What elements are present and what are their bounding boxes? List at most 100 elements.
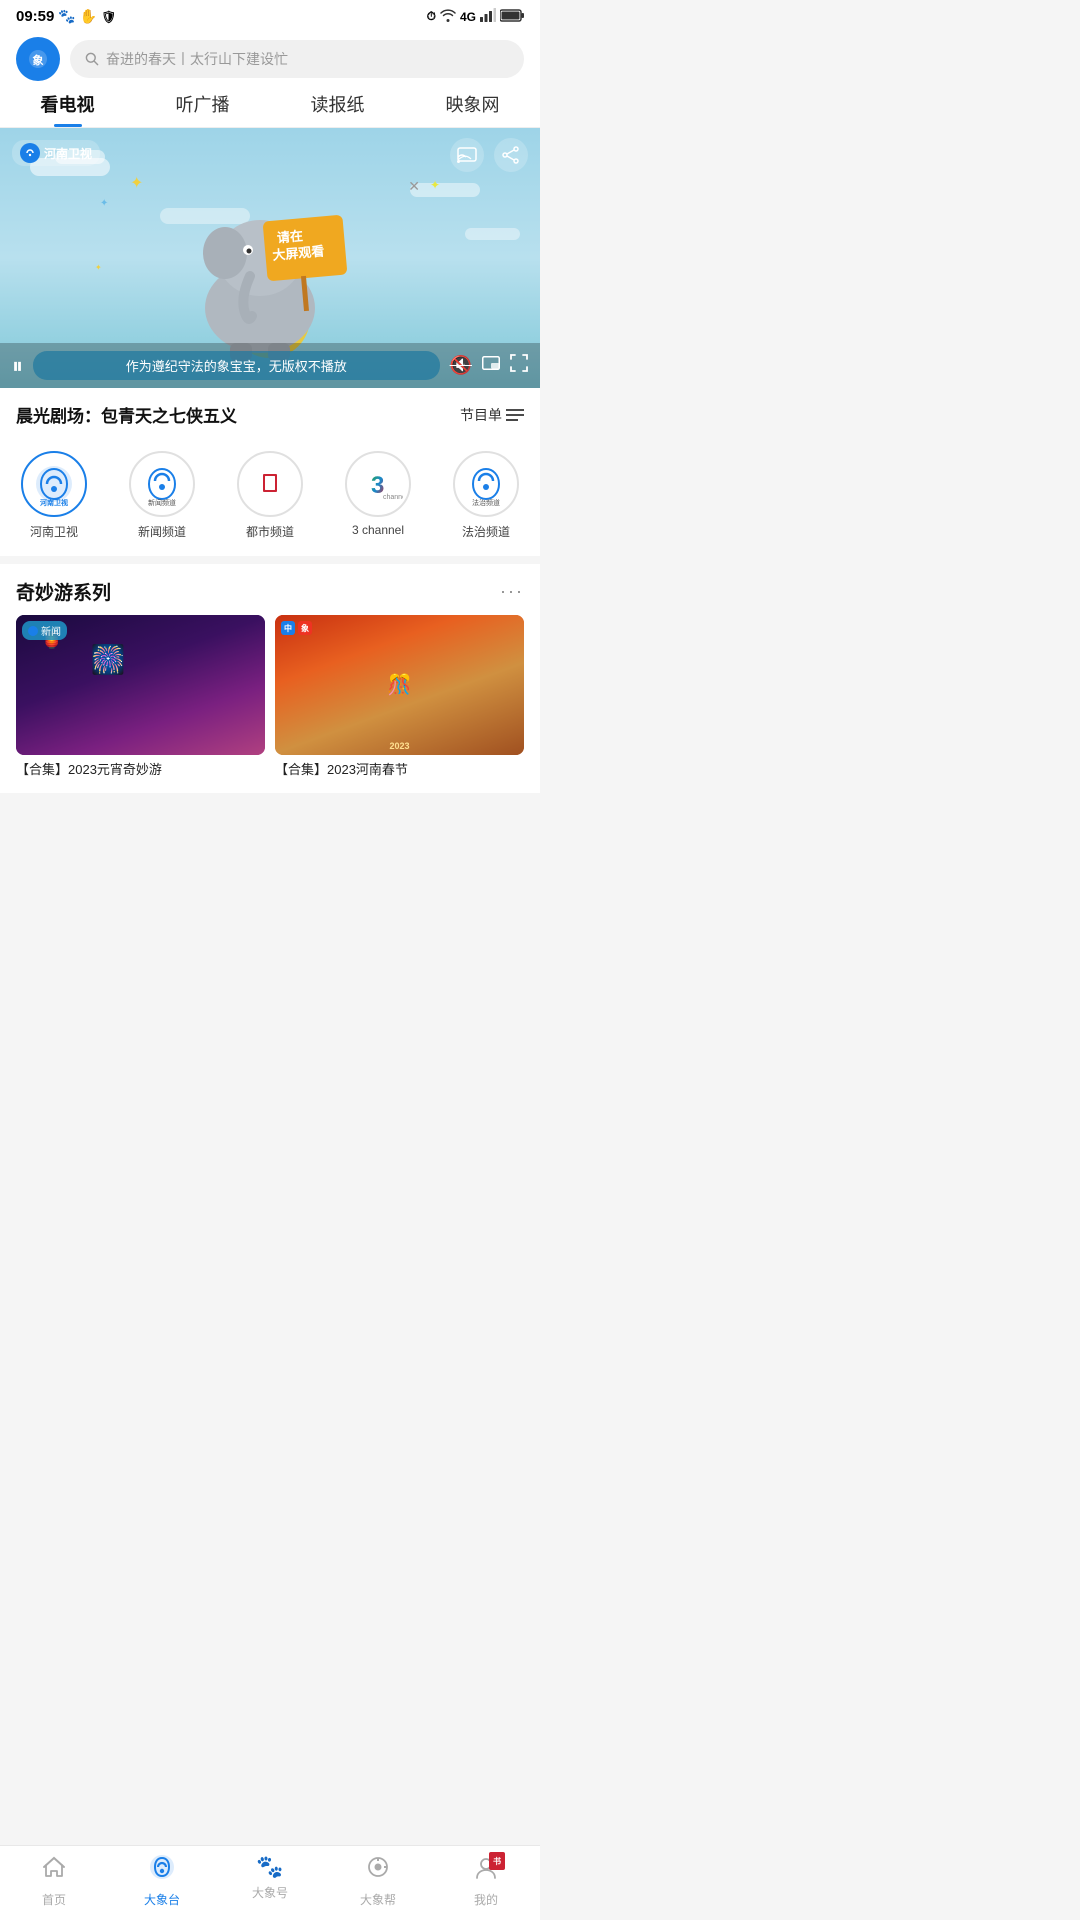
pause-button[interactable]: ⏸ [12,353,23,379]
paw-icon: 🐾 [58,8,75,25]
refresh-icon [365,1854,391,1887]
channel-item-hnws[interactable]: 河南卫视 河南卫视 [0,451,108,540]
schedule-button[interactable]: 节目单 [460,405,524,425]
video-subtitle-text: 作为遵纪守法的象宝宝，无版权不播放 [33,351,440,380]
nav-label-daxianghao: 大象号 [252,1884,288,1901]
channel-logo-ch3: 3 channel [345,451,411,517]
channel-item-dushi[interactable]: 都市频道 [216,451,324,540]
app-logo[interactable]: 象 [16,37,60,81]
wifi-icon [440,8,456,25]
channel-name-overlay: 河南卫视 [44,145,92,162]
battery-icon [500,9,524,25]
channel-item-news[interactable]: 新闻频道 新闻频道 [108,451,216,540]
nav-item-daxiangtai[interactable]: 大象台 [108,1854,216,1908]
close-overlay-button[interactable]: ✕ [408,178,420,195]
nav-label-home: 首页 [42,1891,66,1908]
svg-text:请在: 请在 [276,228,303,245]
search-icon [84,51,100,67]
content-grid: 🎆 🏮 新闻 【合集】2023元宵奇妙游 🎊 [0,615,540,793]
daxiangtai-icon [149,1854,175,1887]
video-scene: 请在 大屏观看 ✦ ✦ ✦ ✦ ✕ 河南卫视 [0,128,540,388]
video-player: 请在 大屏观看 ✦ ✦ ✦ ✦ ✕ 河南卫视 [0,128,540,388]
channel-logo-icon [20,143,40,163]
section-header: 奇妙游系列 ··· [0,564,540,615]
search-placeholder: 奋进的春天丨太行山下建设忙 [106,49,288,69]
schedule-list-icon [506,408,524,422]
tab-yingxiang[interactable]: 映象网 [405,91,540,127]
channel-logo-overlay: 河南卫视 [12,140,100,166]
card-title-1: 【合集】2023元宵奇妙游 [16,761,265,779]
channel-logo-news: 新闻频道 [129,451,195,517]
fullscreen-button[interactable] [510,354,528,377]
card-thumb-2: 🎊 中 象 2023 [275,615,524,755]
festival-icon: 🎊 [387,673,412,698]
video-controls-top [450,138,528,172]
channel-name-hnws: 河南卫视 [30,523,78,540]
timer-icon: ⏱ [427,9,436,24]
channel-item-ch3[interactable]: 3 channel 3 channel [324,451,432,540]
nav-item-daxianghao[interactable]: 🐾 大象号 [216,1854,324,1908]
card-title-2: 【合集】2023河南春节 [275,761,524,779]
channel-logo-fazhi: 法治频道 [453,451,519,517]
video-bottom-bar: ⏸ 作为遵纪守法的象宝宝，无版权不播放 🔇 [0,343,540,388]
cast-to-tv-button[interactable] [450,138,484,172]
4g-label: 4G [460,10,476,24]
paw-nav-icon: 🐾 [256,1854,283,1880]
nav-label-daxiangbang: 大象帮 [360,1891,396,1908]
pip-button[interactable] [482,356,500,375]
schedule-label: 节目单 [460,405,502,425]
program-info-row: 晨光剧场：包青天之七侠五义 节目单 [0,388,540,441]
shield-icon: 🛡 [101,10,116,24]
channel-logo-hnws: 河南卫视 [21,451,87,517]
svg-text:法治频道: 法治频道 [472,498,500,507]
mute-button[interactable]: 🔇 [450,355,472,376]
channel-name-fazhi: 法治频道 [462,523,510,540]
card-brand-badge-1: 新闻 [22,621,67,640]
card-year-badge: 2023 [389,741,409,751]
svg-text:象: 象 [33,53,44,67]
share-button[interactable] [494,138,528,172]
search-bar[interactable]: 奋进的春天丨太行山下建设忙 [70,40,524,78]
status-time: 09:59 [16,8,54,25]
nav-item-mine[interactable]: 书 我的 [432,1854,540,1908]
sparkle3-icon: ✦ [95,263,102,272]
content-card-1[interactable]: 🎆 🏮 新闻 【合集】2023元宵奇妙游 [16,615,265,779]
program-title: 晨光剧场：包青天之七侠五义 [16,402,237,427]
svg-text:河南卫视: 河南卫视 [40,498,68,507]
svg-text:新闻频道: 新闻频道 [148,498,176,507]
nav-item-daxiangbang[interactable]: 大象帮 [324,1854,432,1908]
red-book-badge: 书 [489,1852,505,1870]
section-more-button[interactable]: ··· [500,581,524,602]
tabs-bar: 看电视 听广播 读报纸 映象网 [0,81,540,128]
sparkle-icon: ✦ [130,173,143,193]
channel-logo-dushi [237,451,303,517]
svg-text:channel: channel [383,494,403,501]
card-thumb-1: 🎆 🏮 新闻 [16,615,265,755]
tab-tv[interactable]: 看电视 [0,91,135,127]
firework-icon: 🎆 [91,643,126,676]
channel-item-fazhi[interactable]: 法治频道 法治频道 [432,451,540,540]
nav-label-mine: 我的 [474,1891,498,1908]
hand-icon: ✋ [80,8,97,25]
status-bar: 09:59 🐾 ✋ 🛡 ⏱ 4G [0,0,540,29]
bottom-nav: 首页 大象台 🐾 大象号 大象帮 [0,1845,540,1920]
channel-list: 河南卫视 河南卫视 新闻频道 新闻频道 都市频道 [0,441,540,556]
header: 象 奋进的春天丨太行山下建设忙 [0,29,540,81]
card-logos: 中 象 [281,621,312,635]
content-card-2[interactable]: 🎊 中 象 2023 【合集】2023河南春节 [275,615,524,779]
channel-name-dushi: 都市频道 [246,523,294,540]
nav-label-daxiangtai: 大象台 [144,1891,180,1908]
tab-newspaper[interactable]: 读报纸 [270,91,405,127]
tab-radio[interactable]: 听广播 [135,91,270,127]
sparkle2-icon: ✦ [100,198,108,209]
nav-item-home[interactable]: 首页 [0,1854,108,1908]
section-title: 奇妙游系列 [16,578,111,605]
channel-name-ch3: 3 channel [352,523,404,537]
home-icon [41,1854,67,1887]
channel-name-news: 新闻频道 [138,523,186,540]
signal-icon [480,8,496,25]
qimiaoyou-section: 奇妙游系列 ··· 🎆 🏮 新闻 【合集】2023元宵奇妙游 [0,564,540,793]
sparkle4-icon: ✦ [430,178,440,192]
mine-icon: 书 [473,1854,499,1887]
elephant-illustration: 请在 大屏观看 [160,168,360,368]
